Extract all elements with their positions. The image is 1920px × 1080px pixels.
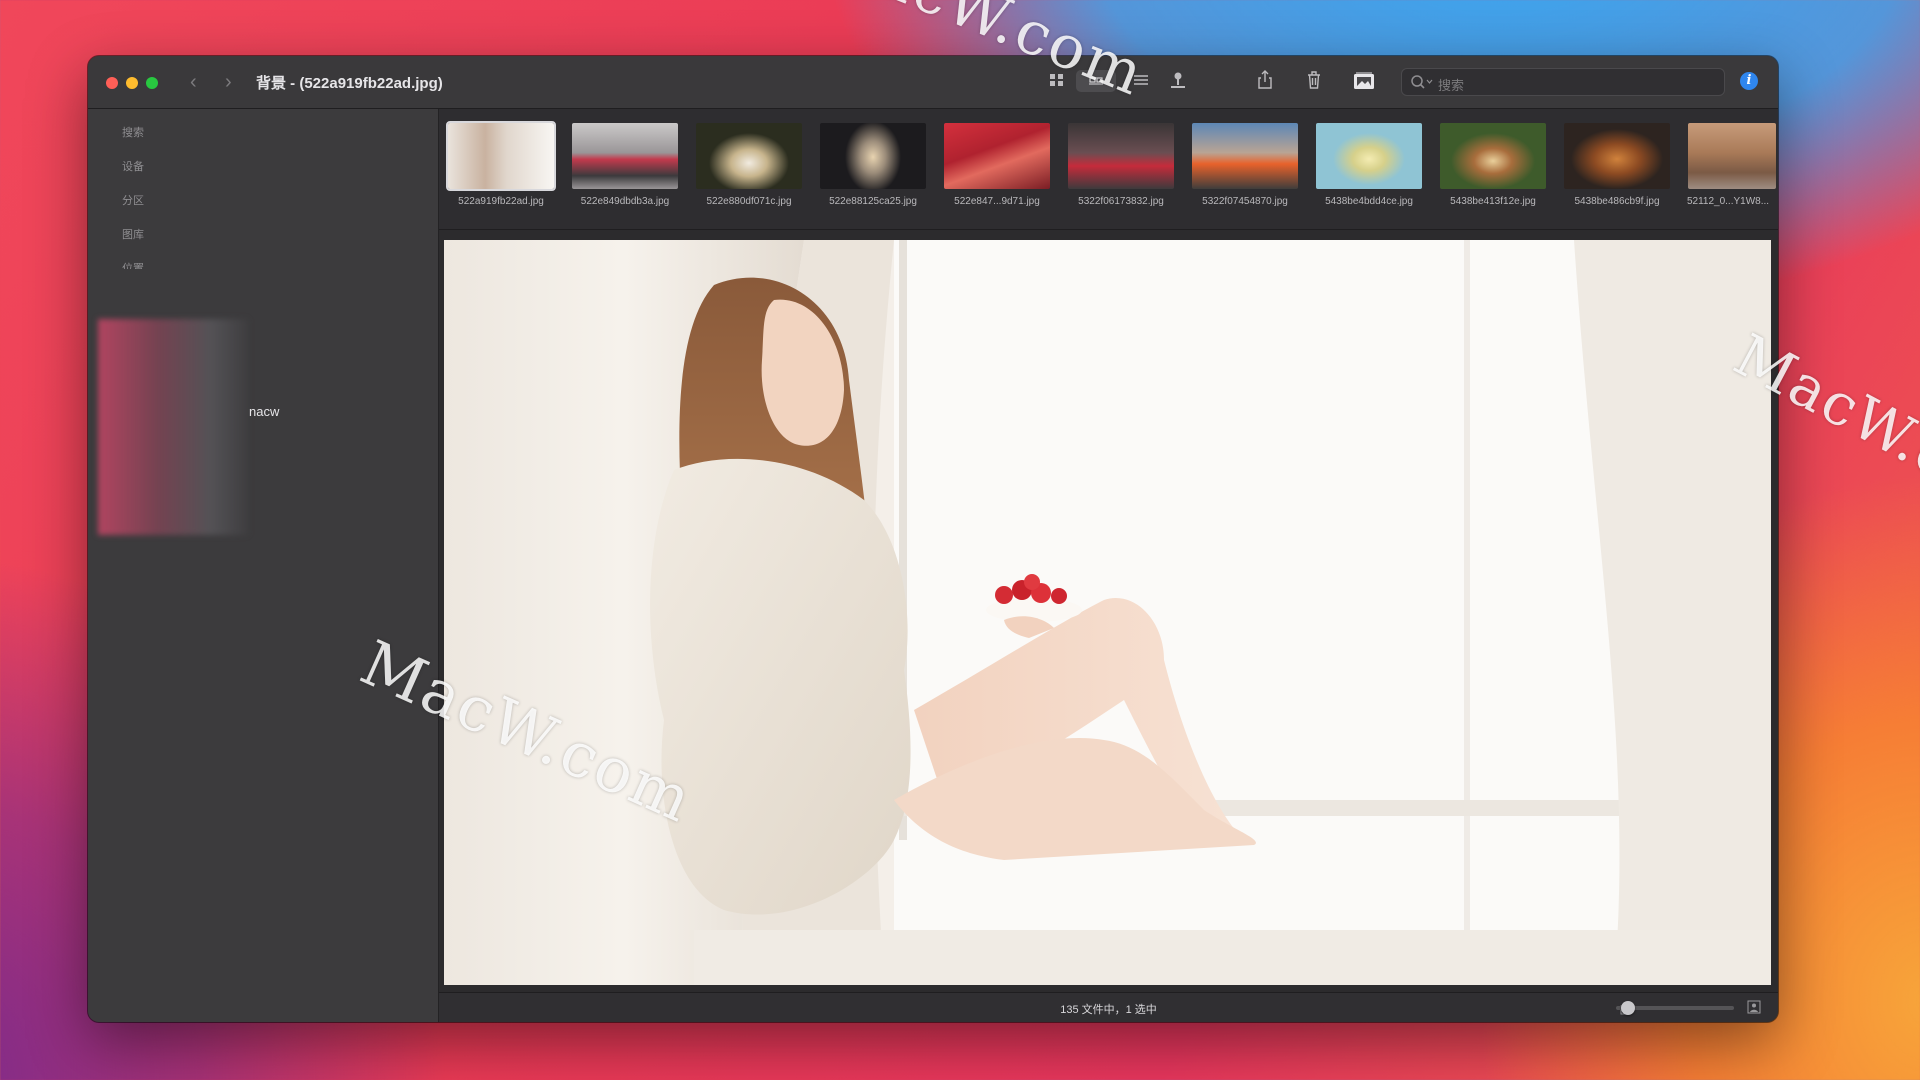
thumbnail-strip[interactable]: 522a919fb22ad.jpg 522e849dbdb3a.jpg 522e… xyxy=(439,109,1778,230)
thumbnail-caption: 5438be486cb9f.jpg xyxy=(1574,196,1660,207)
search-placeholder: 搜索 xyxy=(1438,78,1465,93)
upload-icon[interactable] xyxy=(1168,70,1188,98)
thumbnail-caption: 5322f07454870.jpg xyxy=(1202,196,1288,207)
back-icon[interactable]: ‹ xyxy=(190,70,197,94)
thumbnail-caption: 52112_0...Y1W8... xyxy=(1686,196,1770,207)
preview-photo xyxy=(444,240,1771,985)
thumbnail-5[interactable] xyxy=(1068,123,1174,189)
sidebar-section-search[interactable]: 搜索 xyxy=(122,124,144,140)
minimize-button[interactable] xyxy=(126,77,138,89)
zoom-slider[interactable] xyxy=(1616,1001,1734,1015)
sidebar: 搜索 设备 分区 图库 位置 nacw xyxy=(88,109,439,1022)
list-view-icon[interactable] xyxy=(1131,71,1151,95)
filmstrip-view-icon[interactable] xyxy=(1076,70,1116,92)
thumbnail-10[interactable] xyxy=(1688,123,1776,189)
sidebar-section-devices[interactable]: 设备 xyxy=(122,158,144,174)
thumbnail-7[interactable] xyxy=(1316,123,1422,189)
window-title: 背景 - (522a919fb22ad.jpg) xyxy=(256,75,443,92)
sidebar-item-nacw[interactable]: nacw xyxy=(249,404,279,419)
thumbnail-caption: 522e88125ca25.jpg xyxy=(829,196,917,207)
thumbnail-9[interactable] xyxy=(1564,123,1670,189)
close-button[interactable] xyxy=(106,77,118,89)
thumbnail-caption: 5438be413f12e.jpg xyxy=(1450,196,1536,207)
image-preview[interactable] xyxy=(444,240,1771,985)
thumbnail-caption: 5322f06173832.jpg xyxy=(1078,196,1164,207)
grid-view-icon[interactable] xyxy=(1048,71,1066,95)
thumbnail-caption: 522a919fb22ad.jpg xyxy=(458,196,544,207)
forward-icon[interactable]: › xyxy=(225,70,232,94)
status-text: 135 文件中，1 选中 xyxy=(1060,1004,1157,1016)
search-icon xyxy=(1410,74,1436,93)
info-icon[interactable]: i xyxy=(1740,72,1758,90)
thumbnail-1[interactable] xyxy=(572,123,678,189)
status-bar: 135 文件中，1 选中 xyxy=(439,992,1778,1022)
sidebar-section-library[interactable]: 图库 xyxy=(122,226,144,242)
sidebar-section-locations[interactable]: 位置 xyxy=(122,260,144,269)
title-bar: ‹ › 背景 - (522a919fb22ad.jpg) 搜索 i xyxy=(88,56,1778,109)
main-area: 522a919fb22ad.jpg 522e849dbdb3a.jpg 522e… xyxy=(439,109,1778,1022)
thumbnail-6[interactable] xyxy=(1192,123,1298,189)
sidebar-section-partitions[interactable]: 分区 xyxy=(122,192,144,208)
thumbnail-caption: 522e880df071c.jpg xyxy=(706,196,792,207)
trash-icon[interactable] xyxy=(1305,69,1323,97)
zoom-large-icon xyxy=(1747,1000,1761,1019)
thumbnail-2[interactable] xyxy=(696,123,802,189)
sidebar-blurred-region xyxy=(98,319,248,535)
slideshow-icon[interactable] xyxy=(1352,70,1376,98)
zoom-button[interactable] xyxy=(146,77,158,89)
share-icon[interactable] xyxy=(1256,69,1274,97)
search-input[interactable]: 搜索 xyxy=(1401,68,1725,96)
thumbnail-8[interactable] xyxy=(1440,123,1546,189)
thumbnail-4[interactable] xyxy=(944,123,1050,189)
thumbnail-caption: 5438be4bdd4ce.jpg xyxy=(1325,196,1413,207)
app-window: ‹ › 背景 - (522a919fb22ad.jpg) 搜索 i 搜索 设备 … xyxy=(88,56,1778,1022)
thumbnail-caption: 522e847...9d71.jpg xyxy=(954,196,1040,207)
thumbnail-0[interactable] xyxy=(446,121,556,191)
thumbnail-caption: 522e849dbdb3a.jpg xyxy=(580,196,670,207)
thumbnail-3[interactable] xyxy=(820,123,926,189)
